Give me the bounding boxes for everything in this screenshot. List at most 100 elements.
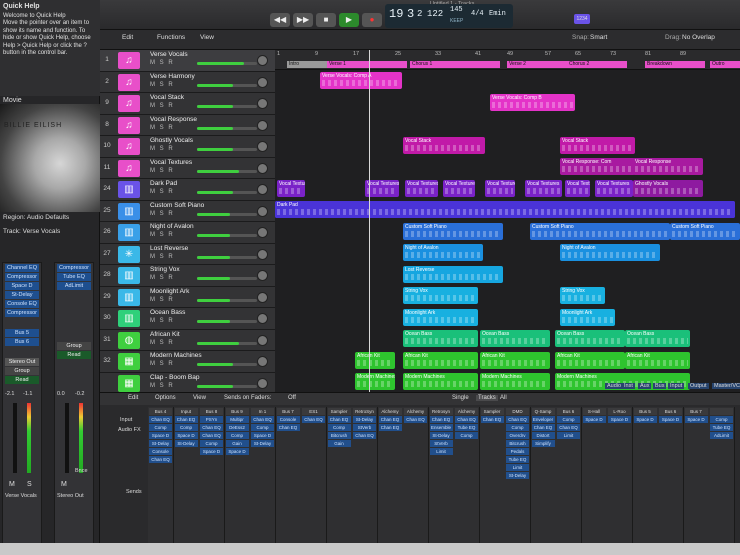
plugin-slot[interactable]: Compressor	[5, 309, 39, 317]
channel-input-slot[interactable]: Sampler	[327, 408, 351, 415]
plugin-slot[interactable]: Channel EQ	[5, 264, 39, 272]
mic-icon[interactable]: ♫	[118, 116, 140, 134]
track-region[interactable]: Night of Avalon	[403, 244, 483, 261]
pan-knob[interactable]	[257, 356, 268, 367]
plugin-slot[interactable]: Compressor	[5, 273, 39, 281]
plugin-slot[interactable]: St-Delay	[5, 291, 39, 299]
rewind-button[interactable]: ◀◀	[270, 13, 290, 27]
track-region[interactable]: Custom Soft Piano	[670, 222, 740, 240]
audio-fx-slot[interactable]: Tube EQ	[506, 456, 529, 463]
pan-knob[interactable]	[257, 119, 268, 131]
channel-input-slot[interactable]: Bus 5	[633, 408, 657, 415]
track-name[interactable]: Custom Soft Piano	[150, 202, 204, 209]
plugin-slot[interactable]: AdLimit	[57, 282, 91, 290]
channel-input-slot[interactable]: Sampler	[480, 408, 504, 415]
mixer-filter-button[interactable]: Bus	[653, 383, 667, 389]
track-name[interactable]: Vocal Response	[150, 116, 197, 123]
track-inspector-label[interactable]: Track: Verse Vocals	[3, 228, 60, 235]
track-region[interactable]: Custom Soft Piano	[530, 222, 670, 240]
track-msr-buttons[interactable]: M S R	[150, 82, 174, 88]
audio-fx-slot[interactable]: PSYn	[200, 416, 223, 423]
automation-mode[interactable]: Read	[5, 376, 39, 384]
audio-fx-slot[interactable]: Chan EQ	[557, 424, 580, 431]
pan-knob[interactable]	[257, 334, 268, 346]
track-region[interactable]: African Kit	[625, 351, 690, 369]
audio-fx-slot[interactable]: Comp	[710, 416, 733, 423]
track-header[interactable]: 8 ♫ Vocal Response M S R	[100, 114, 275, 136]
mixer-view-menu[interactable]: View	[193, 395, 206, 401]
track-msr-buttons[interactable]: M S R	[150, 275, 174, 281]
track-msr-buttons[interactable]: M S R	[150, 60, 174, 66]
track-msr-buttons[interactable]: M S R	[150, 361, 174, 367]
audio-fx-slot[interactable]: Chan EQ	[200, 424, 223, 431]
track-region[interactable]: Ocean Bass	[480, 330, 550, 347]
audio-fx-slot[interactable]: Space D	[608, 416, 631, 423]
channel-input-slot[interactable]: ES1	[302, 408, 325, 415]
channel-input-slot[interactable]: Alchemy	[404, 408, 427, 415]
drag-select[interactable]: No Overlap	[682, 34, 715, 41]
tab-all[interactable]: All	[500, 395, 507, 401]
track-region[interactable]: Verse Vocals: Comp B	[490, 93, 575, 111]
track-msr-buttons[interactable]: M S R	[150, 254, 174, 260]
plugin-slot[interactable]: Console EQ	[5, 300, 39, 308]
track-volume-slider[interactable]	[197, 234, 257, 237]
drum-icon[interactable]: ◍	[118, 331, 140, 349]
arrangement-marker[interactable]: Outro	[710, 61, 740, 68]
volume-fader[interactable]	[13, 403, 17, 473]
arrangement-marker[interactable]: Intro	[287, 61, 327, 68]
track-header[interactable]: 31 ◍ African Kit M S R	[100, 329, 275, 351]
mic-icon[interactable]: ♫	[118, 52, 140, 69]
track-volume-slider[interactable]	[197, 126, 257, 130]
track-header[interactable]: ▦ Clap - Boom Bap M S R	[100, 372, 275, 394]
track-name[interactable]: Moonlight Ark	[150, 288, 189, 295]
pan-knob[interactable]	[257, 313, 268, 324]
tab-single[interactable]: Single	[452, 395, 469, 401]
track-region[interactable]: African Kit	[355, 351, 395, 369]
record-button[interactable]: ●	[362, 13, 382, 27]
channel-input-slot[interactable]: Bus 7	[276, 408, 300, 415]
track-volume-slider[interactable]	[197, 105, 257, 108]
channel-input-slot[interactable]: Alchemy	[378, 408, 402, 415]
audio-fx-slot[interactable]: Comp	[557, 416, 580, 423]
audio-fx-slot[interactable]: Comp	[251, 424, 274, 431]
track-region[interactable]: Ocean Bass	[403, 330, 478, 347]
audio-fx-slot[interactable]: Bitcrush	[327, 432, 351, 439]
track-region[interactable]: Modern Machines	[480, 373, 550, 390]
pan-knob[interactable]	[257, 205, 268, 217]
audio-fx-slot[interactable]: Chan EQ	[531, 424, 555, 431]
channel-input-slot[interactable]: Bus 8	[200, 408, 223, 415]
track-name[interactable]: Ghostly Vocals	[150, 137, 193, 144]
track-name[interactable]: Night of Avalon	[150, 223, 194, 230]
track-region[interactable]: Vocal Response: Com	[560, 158, 635, 175]
mic-icon[interactable]: ♫	[118, 159, 140, 177]
track-header[interactable]: 10 ♫ Ghostly Vocals M S R	[100, 136, 275, 158]
audio-fx-slot[interactable]: Chan EQ	[378, 424, 402, 431]
channel-input-slot[interactable]: Bus 7	[684, 408, 708, 415]
track-msr-buttons[interactable]: M S R	[150, 297, 174, 303]
track-msr-buttons[interactable]: M S R	[150, 340, 174, 346]
arrangement-marker[interactable]: Verse 2	[507, 61, 567, 68]
pan-knob[interactable]	[257, 270, 268, 281]
track-region[interactable]: Vocal Stack	[560, 136, 635, 154]
mixer-filter-button[interactable]: Master/VCA	[712, 383, 740, 389]
track-volume-slider[interactable]	[197, 277, 257, 280]
audio-fx-slot[interactable]: Multipr	[225, 416, 249, 423]
stop-button[interactable]: ■	[316, 13, 336, 27]
track-name[interactable]: Lost Reverse	[150, 245, 188, 252]
mixer-filter-button[interactable]: Audio	[605, 383, 624, 389]
functions-menu[interactable]: Functions	[157, 34, 185, 41]
track-name[interactable]: Ocean Bass	[150, 309, 185, 316]
track-region[interactable]: Vocal Textures	[405, 179, 438, 197]
audio-fx-slot[interactable]: StVerb	[429, 440, 453, 447]
channel-input-slot[interactable]: In 1	[251, 408, 274, 415]
pan-knob[interactable]	[257, 377, 268, 389]
track-volume-slider[interactable]	[197, 363, 257, 366]
pan-knob[interactable]	[257, 162, 268, 174]
mixer-filter-button[interactable]: Output	[688, 383, 709, 389]
track-region[interactable]: African Kit	[555, 351, 625, 369]
audio-fx-slot[interactable]: Pedals	[506, 448, 529, 455]
audio-fx-slot[interactable]: St-Delay	[429, 432, 453, 439]
mixer-edit-menu[interactable]: Edit	[128, 395, 138, 401]
mixer-filter-button[interactable]: Aux	[638, 383, 652, 389]
track-volume-slider[interactable]	[197, 169, 257, 173]
